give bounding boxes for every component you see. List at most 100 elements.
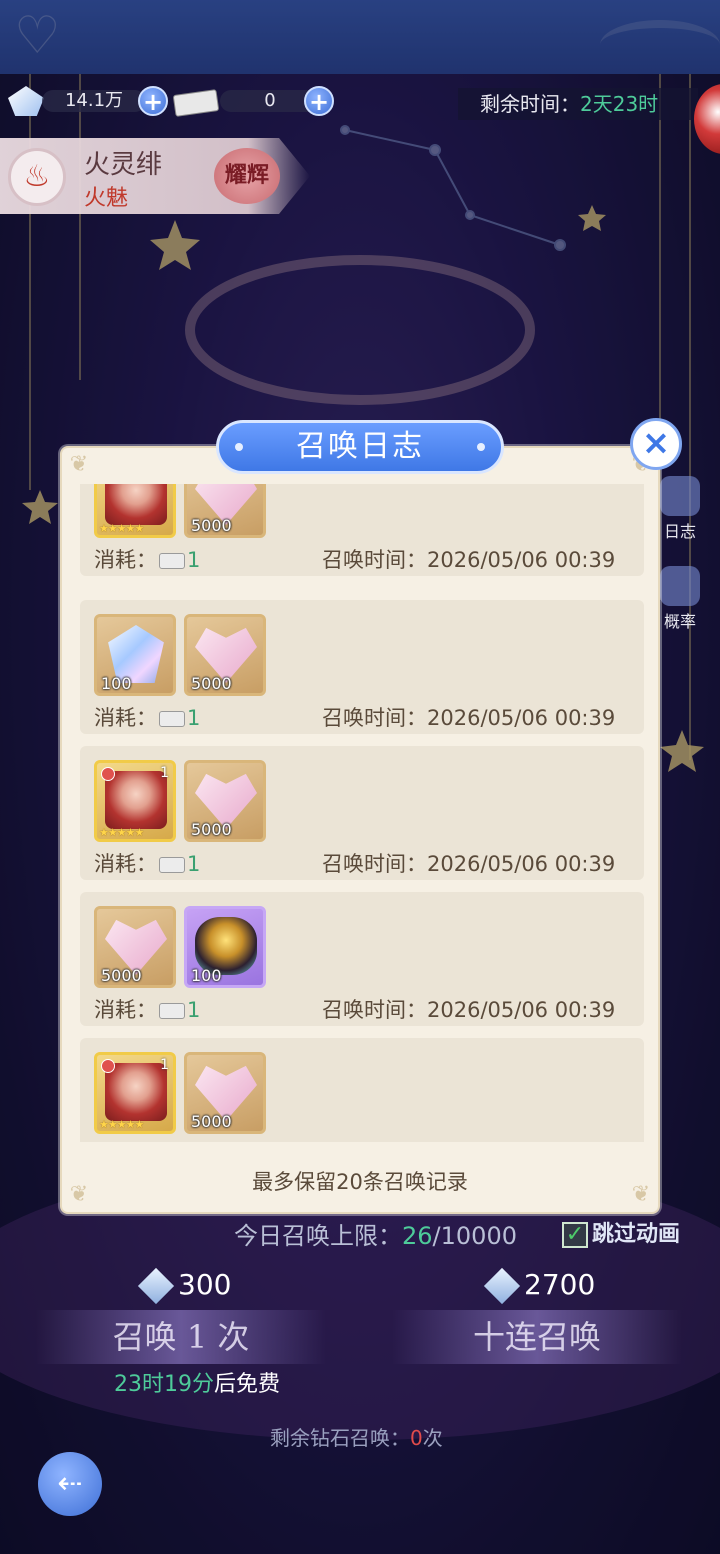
log-entry: ★★★★★ 5000 消耗： 1 召唤时间：2026/05/06 00:39 — [80, 484, 644, 576]
item-level: 1 — [160, 1057, 169, 1073]
summon-log-list[interactable]: ★★★★★ 5000 消耗： 1 召唤时间：2026/05/06 00:39 10… — [80, 484, 644, 1142]
add-gems-button[interactable]: + — [138, 86, 168, 116]
consume-label: 消耗： — [94, 998, 157, 1022]
star-rating: ★★★★★ — [99, 522, 144, 535]
summon-time: 召唤时间：2026/05/06 00:39 — [322, 544, 615, 574]
character-name: 火灵绯 — [84, 150, 163, 180]
summon-time: 召唤时间：2026/05/06 00:39 — [322, 848, 615, 878]
gem-resource: 14.1万 + — [6, 86, 186, 116]
gem-icon — [8, 86, 44, 116]
single-summon-cost: 300 — [137, 1267, 232, 1305]
consume-count: 1 — [187, 706, 201, 730]
consume-label: 消耗： — [94, 548, 157, 572]
item-quantity: 5000 — [191, 516, 232, 535]
consume-label: 消耗： — [94, 852, 157, 876]
title-dot — [477, 443, 485, 451]
ticket-icon — [159, 711, 185, 727]
limit-label: 今日召唤上限： — [234, 1222, 402, 1250]
reward-item-exp: 5000 — [94, 906, 176, 988]
summon-ten-button[interactable]: 十连召唤 — [392, 1310, 682, 1364]
item-quantity: 5000 — [191, 674, 232, 693]
limit-max: /10000 — [432, 1222, 517, 1250]
log-icon — [660, 476, 700, 516]
gem-icon — [137, 1267, 175, 1305]
reward-item-exp: 5000 — [184, 614, 266, 696]
free-time-value: 23时19分 — [114, 1372, 214, 1397]
side-rate-label: 概率 — [663, 612, 696, 631]
log-entry: 1 ★★★★★ 5000 — [80, 1038, 644, 1142]
item-quantity: 5000 — [101, 966, 142, 985]
summon-time-label: 召唤时间： — [322, 852, 427, 876]
single-cost-value: 300 — [178, 1268, 232, 1301]
summon-time-label: 召唤时间： — [322, 998, 427, 1022]
item-level: 1 — [160, 765, 169, 781]
free-time-suffix: 后免费 — [214, 1372, 281, 1397]
diamond-summon-label: 剩余钻石召唤： — [270, 1426, 410, 1450]
summon-time: 召唤时间：2026/05/06 00:39 — [322, 994, 615, 1024]
fire-element-icon — [101, 1059, 115, 1073]
skip-checkbox[interactable]: ✓ — [562, 1222, 588, 1248]
skip-label: 跳过动画 — [592, 1222, 681, 1247]
summon-time-value: 2026/05/06 00:39 — [427, 852, 616, 876]
consume-info: 消耗： 1 — [94, 702, 200, 732]
dice-icon — [660, 566, 700, 606]
log-entry: 100 5000 消耗： 1 召唤时间：2026/05/06 00:39 — [80, 600, 644, 734]
ticket-icon — [159, 857, 185, 873]
ticket-resource: 0 + — [170, 86, 340, 117]
item-quantity: 5000 — [191, 1112, 232, 1131]
summon-time-value: 2026/05/06 00:39 — [427, 706, 616, 730]
skip-animation-toggle[interactable]: ✓ 跳过动画 — [562, 1216, 680, 1248]
rarity-badge: 耀辉 — [214, 148, 280, 204]
daily-summon-limit: 今日召唤上限：26/10000 — [234, 1216, 517, 1251]
star-rating: ★★★★★ — [99, 826, 144, 839]
star-rating: ★★★★★ — [99, 1118, 144, 1131]
character-portrait-icon — [105, 1063, 167, 1121]
summon-time-label: 召唤时间： — [322, 706, 427, 730]
dialog-title: 召唤日志 — [216, 420, 504, 474]
reward-item-character: 1 ★★★★★ — [94, 760, 176, 842]
ticket-icon — [172, 89, 220, 117]
reward-item-exp: 5000 — [184, 760, 266, 842]
dialog-title-text: 召唤日志 — [296, 429, 424, 464]
consume-count: 1 — [187, 998, 201, 1022]
corner-ornament-icon: ❦ — [69, 452, 89, 477]
gem-count: 14.1万 — [42, 90, 146, 112]
consume-info: 消耗： 1 — [94, 994, 200, 1024]
character-title: 火魅 — [84, 186, 129, 211]
character-tag[interactable]: ♨ 火灵绯 火魅 耀辉 — [0, 138, 310, 214]
gem-icon — [483, 1267, 521, 1305]
summon-time-value: 2026/05/06 00:39 — [427, 998, 616, 1022]
log-entry: 1 ★★★★★ 5000 消耗： 1 召唤时间：2026/05/06 00:39 — [80, 746, 644, 880]
ten-summon-cost: 2700 — [483, 1267, 595, 1305]
close-button[interactable]: × — [630, 418, 682, 470]
summon-time: 召唤时间：2026/05/06 00:39 — [322, 702, 615, 732]
character-portrait-icon — [105, 771, 167, 829]
ticket-icon — [159, 553, 185, 569]
side-log-button[interactable]: 日志 — [660, 476, 700, 542]
log-entry: 5000 100 消耗： 1 召唤时间：2026/05/06 00:39 — [80, 892, 644, 1026]
side-rate-button[interactable]: 概率 — [660, 566, 700, 632]
reward-item-character: ★★★★★ — [94, 484, 176, 538]
item-quantity: 5000 — [191, 820, 232, 839]
fire-element-icon — [101, 767, 115, 781]
reward-item-character: 1 ★★★★★ — [94, 1052, 176, 1134]
limit-used: 26 — [402, 1222, 433, 1250]
remaining-time-value: 2天23时 — [580, 92, 659, 116]
free-summon-timer: 23时19分后免费 — [114, 1366, 280, 1398]
remaining-time-label: 剩余时间： — [480, 92, 580, 116]
log-retention-note: 最多保留20条召唤记录 — [252, 1170, 468, 1194]
side-log-label: 日志 — [663, 522, 696, 541]
summon-time-value: 2026/05/06 00:39 — [427, 548, 616, 572]
summon-once-button[interactable]: 召唤 1 次 — [36, 1310, 326, 1364]
item-quantity: 100 — [191, 966, 222, 985]
diamond-summon-count: 0 — [410, 1426, 423, 1450]
event-remaining-time: 剩余时间：2天23时 — [458, 88, 698, 120]
title-dot — [235, 443, 243, 451]
back-button[interactable]: ⇠ — [38, 1452, 102, 1516]
consume-label: 消耗： — [94, 706, 157, 730]
consume-count: 1 — [187, 548, 201, 572]
consume-info: 消耗： 1 — [94, 544, 200, 574]
add-tickets-button[interactable]: + — [304, 86, 334, 116]
summon-time-label: 召唤时间： — [322, 548, 427, 572]
consume-count: 1 — [187, 852, 201, 876]
